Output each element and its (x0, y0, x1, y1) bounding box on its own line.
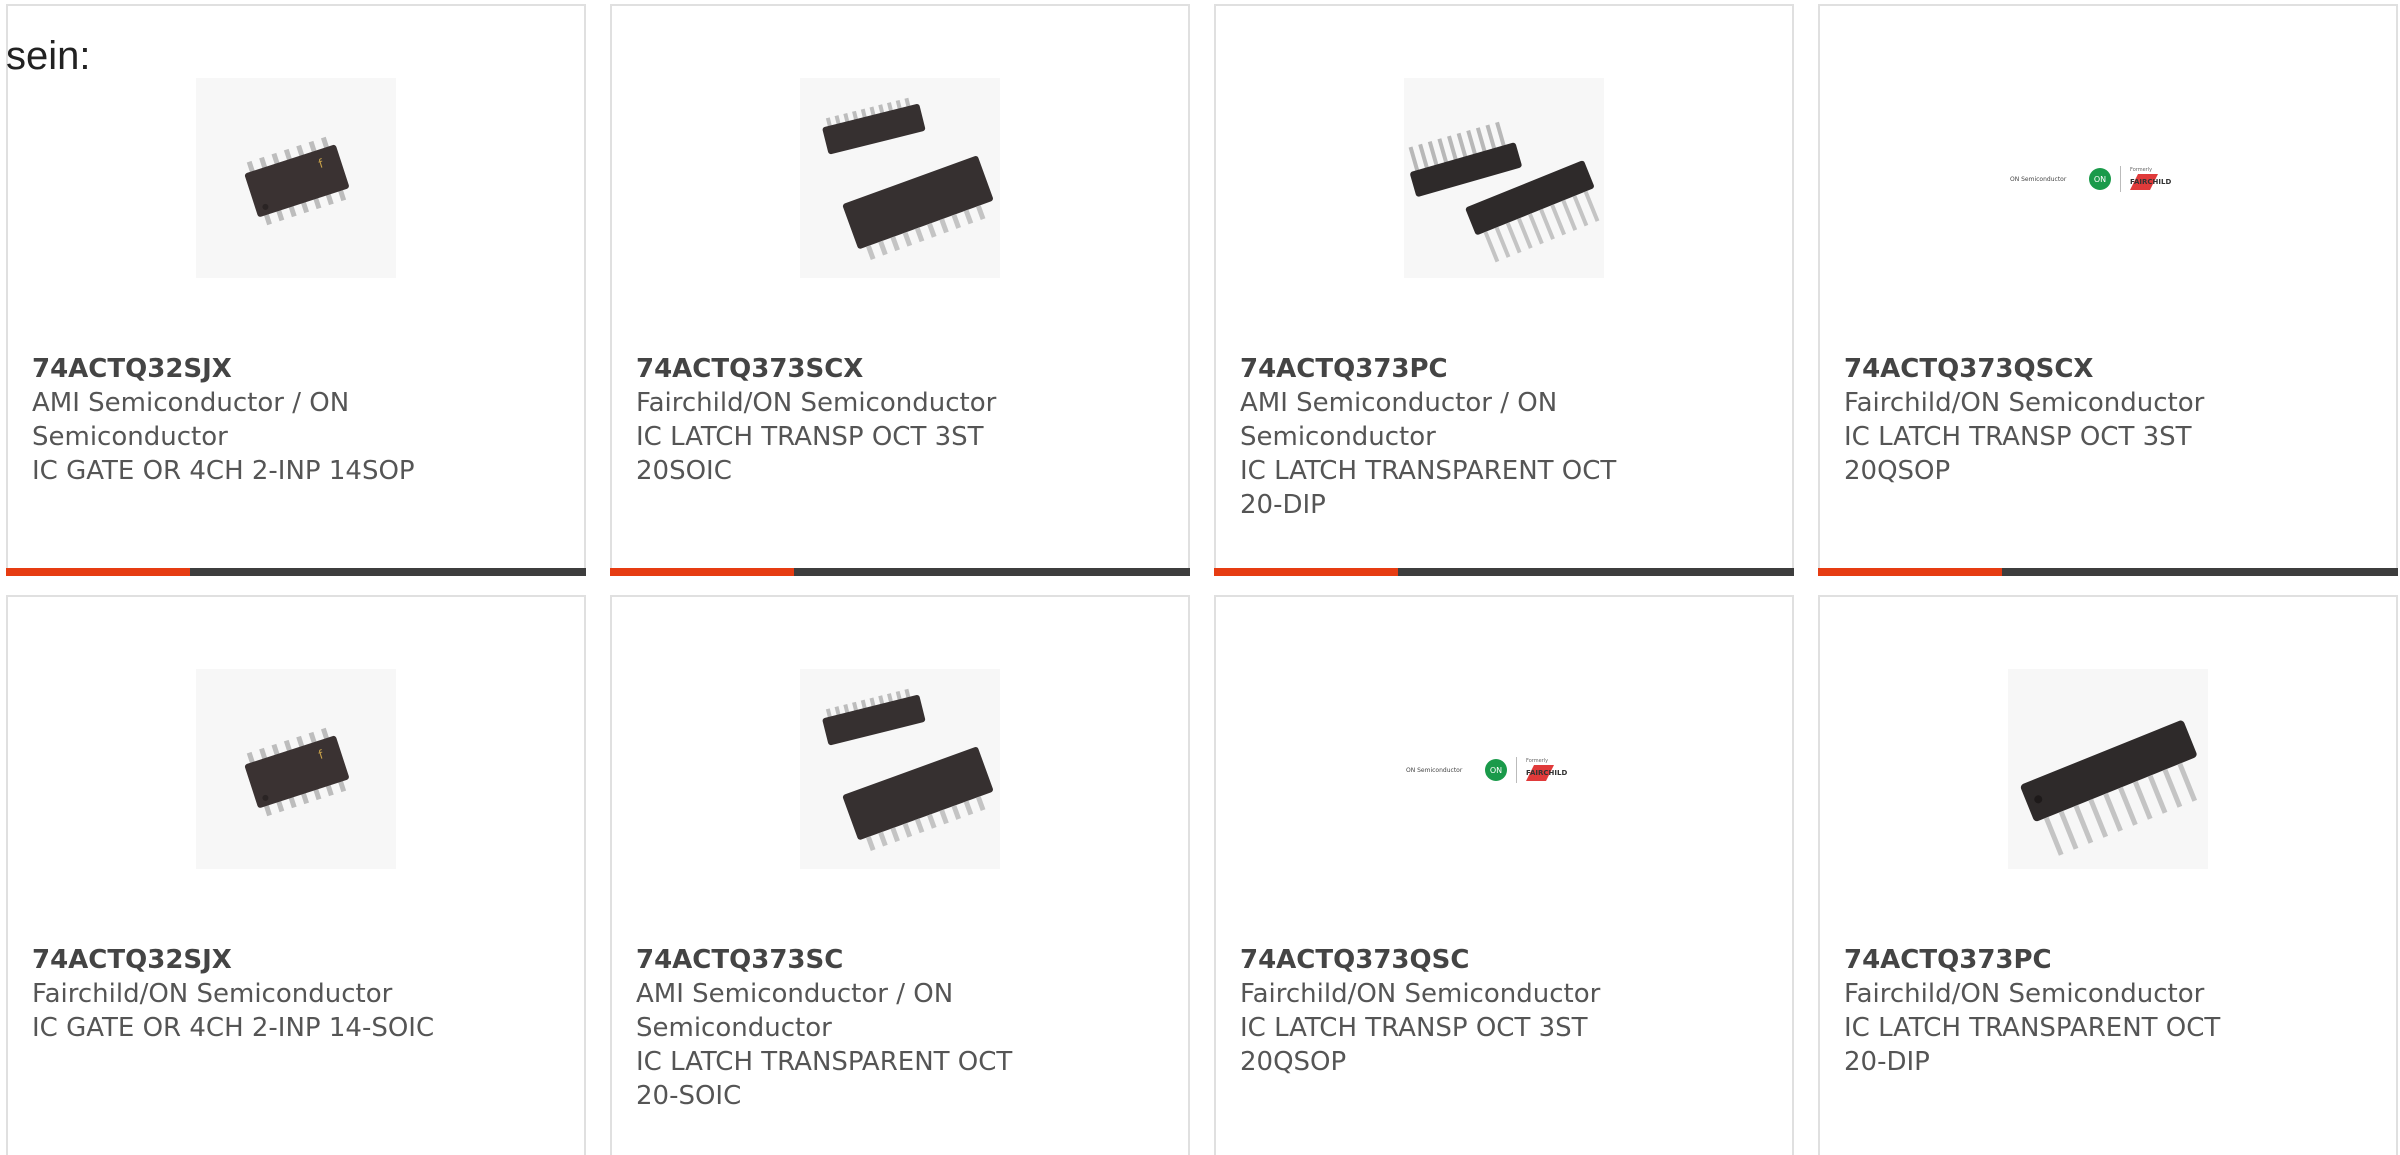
soic-14-chip-icon: f (196, 669, 396, 869)
logo-badge-text: ON (1490, 766, 1502, 775)
soic-14-chip-icon: f (196, 78, 396, 278)
card-bar-accent (1214, 568, 1398, 576)
logo-badge-text: ON (2094, 175, 2106, 184)
part-number-link[interactable]: 74ACTQ32SJX (32, 352, 564, 386)
manufacturer: Fairchild/ON Semiconductor (1844, 388, 2205, 418)
product-info: 74ACTQ373QSCX Fairchild/ON Semiconductor… (1844, 352, 2376, 488)
card-bottom-bar (1214, 568, 1794, 576)
manufacturer: AMI Semiconductor / ON Semiconductor (32, 388, 350, 452)
product-card[interactable]: f 74ACTQ32SJX AMI Semiconductor / ON Sem… (6, 4, 586, 576)
product-grid-page: sein: f 74ACTQ32SJX AMI Semiconductor / … (0, 0, 2400, 1155)
soic-20-chip-icon (800, 669, 1000, 869)
description: IC LATCH TRANSPARENT OCT 20-SOIC (636, 1047, 1013, 1111)
description: IC GATE OR 4CH 2-INP 14-SOIC (32, 1013, 435, 1043)
description: IC LATCH TRANSPARENT OCT 20-DIP (1240, 456, 1617, 520)
description: IC LATCH TRANSP OCT 3ST 20QSOP (1844, 422, 2192, 486)
manufacturer: Fairchild/ON Semiconductor (32, 979, 393, 1009)
on-semi-fairchild-logo: ON Semiconductor ON Formerly FAIRCHILD (1404, 669, 1604, 869)
product-info: 74ACTQ32SJX AMI Semiconductor / ON Semic… (32, 352, 564, 488)
part-number-link[interactable]: 74ACTQ373PC (1240, 352, 1772, 386)
product-info: 74ACTQ373PC Fairchild/ON Semiconductor I… (1844, 943, 2376, 1079)
soic-20-chip-icon (800, 78, 1000, 278)
card-bar-accent (1818, 568, 2002, 576)
on-semi-fairchild-logo: ON Semiconductor ON Formerly FAIRCHILD (2008, 78, 2208, 278)
product-card[interactable]: 74ACTQ373SCX Fairchild/ON Semiconductor … (610, 4, 1190, 576)
card-bottom-bar (6, 568, 586, 576)
description: IC LATCH TRANSP OCT 3ST 20SOIC (636, 422, 984, 486)
intro-text: sein: (6, 34, 91, 78)
card-bottom-bar (1818, 568, 2398, 576)
logo-formerly-text: Formerly (2130, 167, 2152, 173)
logo-right-text: FAIRCHILD (1526, 769, 1567, 777)
product-info: 74ACTQ32SJX Fairchild/ON Semiconductor I… (32, 943, 564, 1045)
product-card[interactable]: 74ACTQ373PC AMI Semiconductor / ON Semic… (1214, 4, 1794, 576)
manufacturer: Fairchild/ON Semiconductor (1240, 979, 1601, 1009)
part-number-link[interactable]: 74ACTQ373PC (1844, 943, 2376, 977)
product-card[interactable]: 74ACTQ373SC AMI Semiconductor / ON Semic… (610, 595, 1190, 1155)
product-info: 74ACTQ373SC AMI Semiconductor / ON Semic… (636, 943, 1168, 1113)
logo-left-text: ON Semiconductor (2010, 176, 2067, 183)
product-card[interactable]: ON Semiconductor ON Formerly FAIRCHILD 7… (1818, 4, 2398, 576)
manufacturer: Fairchild/ON Semiconductor (636, 388, 997, 418)
part-number-link[interactable]: 74ACTQ373QSC (1240, 943, 1772, 977)
product-info: 74ACTQ373SCX Fairchild/ON Semiconductor … (636, 352, 1168, 488)
manufacturer: Fairchild/ON Semiconductor (1844, 979, 2205, 1009)
part-number-link[interactable]: 74ACTQ373SC (636, 943, 1168, 977)
description: IC LATCH TRANSPARENT OCT 20-DIP (1844, 1013, 2221, 1077)
product-card[interactable]: 74ACTQ373PC Fairchild/ON Semiconductor I… (1818, 595, 2398, 1155)
card-bar-accent (6, 568, 190, 576)
product-card[interactable]: ON Semiconductor ON Formerly FAIRCHILD 7… (1214, 595, 1794, 1155)
description: IC GATE OR 4CH 2-INP 14SOP (32, 456, 415, 486)
dip-20-chip-icon (1404, 78, 1604, 278)
product-card[interactable]: f 74ACTQ32SJX Fairchild/ON Semiconductor… (6, 595, 586, 1155)
logo-right-text: FAIRCHILD (2130, 178, 2171, 186)
product-info: 74ACTQ373PC AMI Semiconductor / ON Semic… (1240, 352, 1772, 522)
manufacturer: AMI Semiconductor / ON Semiconductor (636, 979, 954, 1043)
part-number-link[interactable]: 74ACTQ373SCX (636, 352, 1168, 386)
part-number-link[interactable]: 74ACTQ373QSCX (1844, 352, 2376, 386)
logo-left-text: ON Semiconductor (1406, 767, 1463, 774)
card-bottom-bar (610, 568, 1190, 576)
part-number-link[interactable]: 74ACTQ32SJX (32, 943, 564, 977)
dip-20-single-chip-icon (2008, 669, 2208, 869)
card-bar-accent (610, 568, 794, 576)
logo-formerly-text: Formerly (1526, 758, 1548, 764)
product-info: 74ACTQ373QSC Fairchild/ON Semiconductor … (1240, 943, 1772, 1079)
manufacturer: AMI Semiconductor / ON Semiconductor (1240, 388, 1558, 452)
description: IC LATCH TRANSP OCT 3ST 20QSOP (1240, 1013, 1588, 1077)
